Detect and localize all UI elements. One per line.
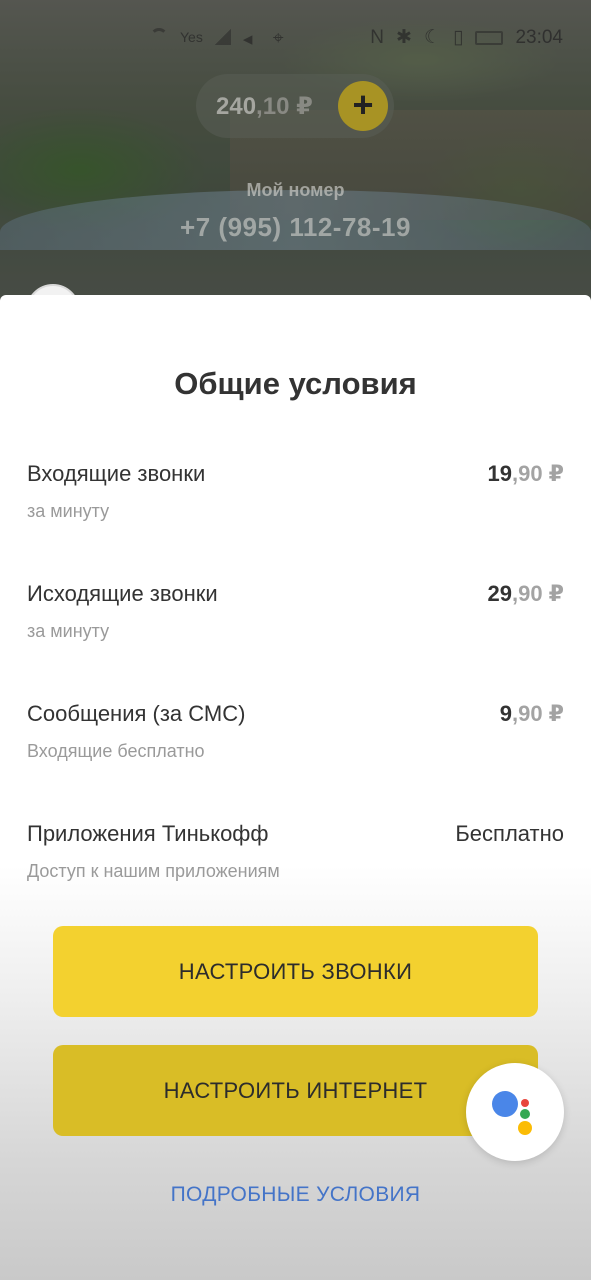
balance-amount: 240,10 ₽ [216, 92, 313, 121]
row-title: Исходящие звонки [27, 581, 218, 606]
row-subtitle: за минуту [27, 621, 110, 641]
detailed-conditions-link[interactable]: ПОДРОБНЫЕ УСЛОВИЯ [0, 1183, 591, 1207]
signal-icon [214, 29, 231, 45]
price-whole: 19 [487, 461, 512, 486]
google-assistant-button[interactable] [466, 1063, 564, 1161]
navigation-icon: ◂ [242, 29, 253, 50]
condition-row-outgoing-calls: Исходящие звонки за минуту 29,90 ₽ [27, 581, 565, 641]
balance-fraction: ,10 ₽ [256, 93, 313, 120]
row-subtitle: за минуту [27, 501, 110, 521]
row-price: 9,90 ₽ [500, 701, 564, 727]
price-fraction: ,90 ₽ [511, 581, 564, 606]
row-title: Входящие звонки [27, 461, 206, 486]
price-fraction: ,90 ₽ [511, 701, 564, 726]
sheet-title: Общие условия [174, 366, 417, 401]
plus-icon: + [352, 83, 374, 125]
row-price: 19,90 ₽ [488, 461, 565, 487]
carrier-indicator: Yes [180, 29, 203, 45]
configure-internet-button[interactable]: НАСТРОИТЬ ИНТЕРНЕТ [53, 1045, 538, 1136]
price-whole: 29 [487, 581, 512, 606]
row-price: 29,90 ₽ [488, 581, 565, 607]
bluetooth-icon: ✱ [396, 27, 412, 48]
nfc-icon: N [370, 26, 385, 48]
status-left-icons: Yes ◂ ⌖ [150, 28, 291, 50]
balance-whole: 240 [216, 93, 257, 120]
condition-row-tinkoff-apps: Приложения Тинькофф Доступ к нашим прило… [27, 821, 564, 881]
row-subtitle: Доступ к нашим приложениям [27, 861, 280, 881]
condition-row-incoming-calls: Входящие звонки за минуту 19,90 ₽ [27, 461, 565, 521]
status-right-icons: N ✱ ☾ ▯ 23:04 [370, 26, 563, 49]
price-whole: 9 [499, 701, 512, 726]
row-price: Бесплатно [455, 821, 564, 846]
battery-icon [475, 30, 504, 45]
row-subtitle: Входящие бесплатно [27, 741, 205, 761]
configure-calls-button[interactable]: НАСТРОИТЬ ЗВОНКИ [53, 926, 538, 1017]
location-icon: ⌖ [272, 28, 284, 49]
wifi-icon [150, 28, 168, 46]
my-number: +7 (995) 112-78-19 [180, 212, 411, 242]
assistant-dot-blue [492, 1091, 518, 1117]
do-not-disturb-icon: ☾ [423, 27, 441, 48]
assistant-dot-red [521, 1099, 529, 1107]
condition-row-sms: Сообщения (за СМС) Входящие бесплатно 9,… [27, 701, 564, 761]
status-bar: Yes ◂ ⌖ N ✱ ☾ ▯ 23:04 [0, 0, 591, 72]
top-up-button[interactable]: + [338, 81, 388, 131]
vibrate-icon: ▯ [452, 27, 464, 48]
my-number-label: Мой номер [246, 180, 345, 200]
assistant-dot-green [520, 1109, 530, 1119]
status-time: 23:04 [515, 26, 563, 48]
assistant-dot-yellow [518, 1121, 532, 1135]
price-fraction: ,90 ₽ [511, 461, 564, 486]
row-title: Сообщения (за СМС) [27, 701, 246, 726]
